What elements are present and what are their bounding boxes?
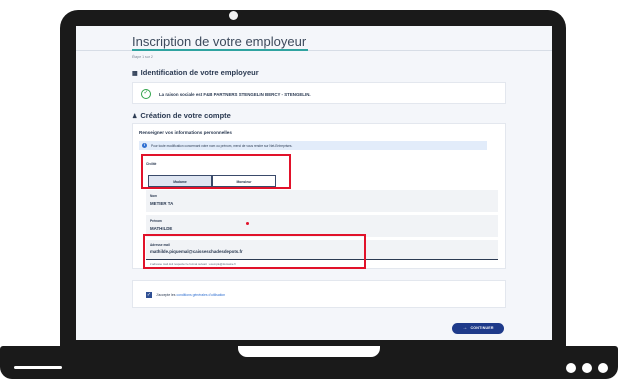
- person-icon: ♟: [132, 114, 138, 120]
- terms-text: J'accepte les conditions générales d'uti…: [156, 293, 226, 297]
- browser-viewport: Inscription de votre employeur Étape 1 s…: [76, 26, 552, 340]
- account-section-heading: ♟ Création de votre compte: [132, 111, 231, 120]
- building-icon: ▦: [132, 71, 138, 77]
- laptop-notch: [238, 346, 380, 357]
- employer-confirmation-text: La raison sociale est F&B PARTNERS STENG…: [159, 92, 311, 97]
- first-name-label: Prénom: [150, 219, 162, 223]
- last-name-label: Nom: [150, 194, 158, 198]
- check-circle-icon: ✓: [141, 89, 151, 99]
- info-banner: i Pour toute modification concernant vot…: [139, 141, 487, 150]
- base-dot-2: [582, 363, 592, 373]
- laptop-mockup: Inscription de votre employeur Étape 1 s…: [0, 0, 618, 379]
- base-dot-1: [566, 363, 576, 373]
- employer-confirmation-card: ✓ La raison sociale est F&B PARTNERS STE…: [132, 82, 506, 104]
- webcam-dot: [229, 11, 238, 20]
- personal-info-subheading: Renseigner vos informations personnelles: [139, 130, 232, 135]
- terms-link[interactable]: conditions générales d'utilisation: [176, 293, 225, 297]
- highlight-box-civility: [141, 154, 291, 189]
- first-name-value: MATHILDE: [150, 226, 173, 231]
- title-accent-bar: [132, 49, 308, 51]
- last-name-field[interactable]: [146, 190, 498, 212]
- info-icon: i: [142, 143, 147, 148]
- info-banner-text: Pour toute modification concernant votre…: [151, 143, 293, 148]
- terms-checkbox[interactable]: ✓: [146, 292, 152, 298]
- required-marker: [246, 222, 249, 225]
- base-dot-3: [598, 363, 608, 373]
- highlight-box-email: [143, 234, 366, 269]
- step-indicator: Étape 1 sur 2: [132, 55, 153, 59]
- employer-section-heading: ▦ Identification de votre employeur: [132, 68, 259, 77]
- base-decoration-line: [14, 366, 62, 369]
- continue-button[interactable]: → CONTINUER: [452, 323, 504, 334]
- last-name-value: METIER TA: [150, 201, 174, 206]
- arrow-right-icon: →: [462, 325, 468, 331]
- page-title: Inscription de votre employeur: [132, 34, 307, 49]
